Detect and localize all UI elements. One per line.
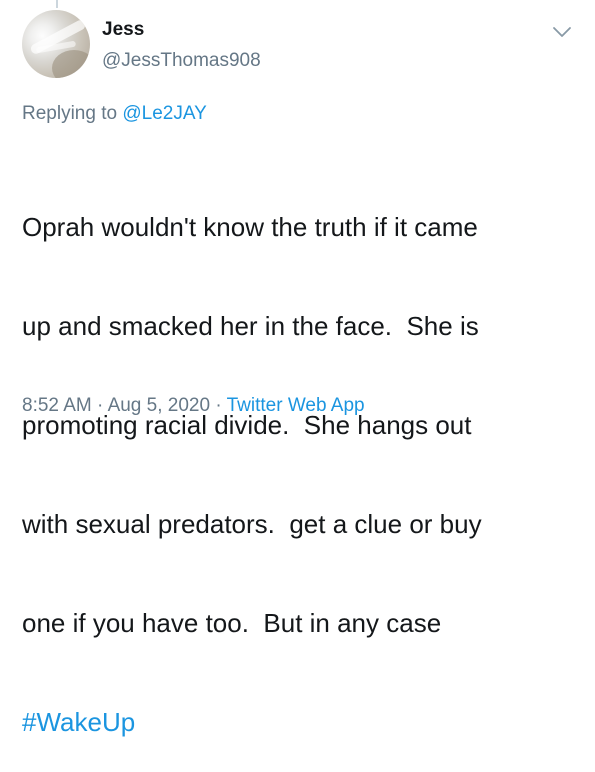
chevron-down-icon[interactable]	[551, 24, 573, 40]
meta-separator: ·	[215, 395, 222, 416]
tweet-text-line: up and smacked her in the face. She is	[22, 311, 479, 341]
tweet-meta: 8:52 AM · Aug 5, 2020 · Twitter Web App	[22, 395, 365, 417]
hashtag-link[interactable]: #WakeUp	[22, 706, 582, 739]
tweet-text-line: one if you have too. But in any case	[22, 608, 442, 638]
author-handle[interactable]: @JessThomas908	[102, 50, 261, 72]
meta-separator: ·	[97, 395, 104, 416]
avatar-shade	[52, 50, 90, 78]
author-display-name[interactable]: Jess	[102, 19, 144, 41]
tweet-date[interactable]: Aug 5, 2020	[108, 395, 210, 416]
tweet-text-line: with sexual predators. get a clue or buy	[22, 509, 482, 539]
tweet-time[interactable]: 8:52 AM	[22, 395, 92, 416]
replying-to-line: Replying to @Le2JAY	[22, 103, 207, 125]
reply-mention-link[interactable]: @Le2JAY	[122, 103, 206, 124]
replying-to-label: Replying to	[22, 103, 118, 124]
tweet-source-link[interactable]: Twitter Web App	[227, 395, 365, 416]
avatar[interactable]	[22, 10, 90, 78]
tweet-text-line: Oprah wouldn't know the truth if it came	[22, 212, 478, 242]
thread-connector-line	[56, 0, 58, 8]
tweet-text: Oprah wouldn't know the truth if it came…	[22, 145, 582, 772]
